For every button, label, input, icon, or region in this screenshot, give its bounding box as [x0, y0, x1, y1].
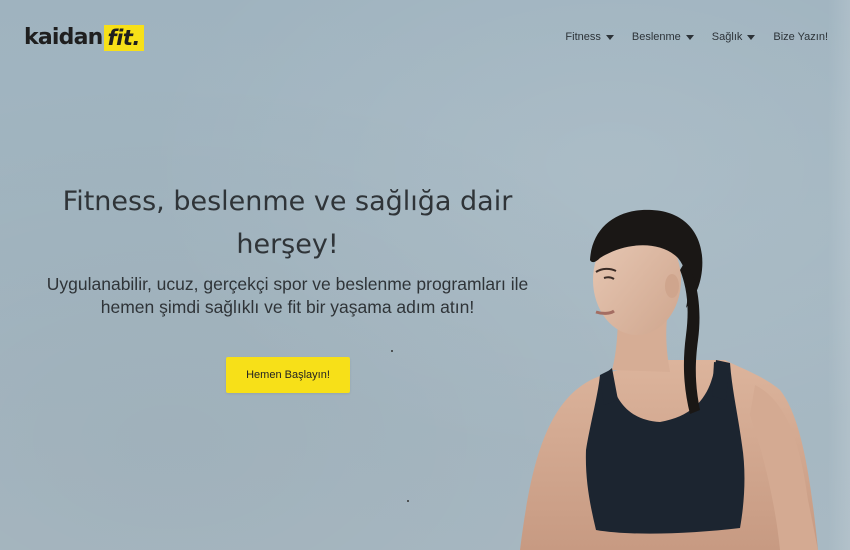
hero-title: Fitness, beslenme ve sağlığa dair herşey…	[62, 186, 513, 260]
scroll-edge	[828, 0, 850, 550]
chevron-down-icon	[605, 34, 614, 40]
nav-item-contact[interactable]: Bize Yazın!	[773, 31, 828, 43]
nav-item-label: Sağlık	[711, 31, 743, 43]
nav-item-saglik[interactable]: Sağlık	[712, 31, 756, 43]
nav-item-fitness[interactable]: Fitness	[565, 31, 614, 43]
chevron-down-icon	[747, 34, 756, 40]
logo-accent-badge: fit.	[104, 25, 144, 51]
chevron-down-icon	[685, 34, 694, 40]
main-nav: Fitness Beslenme Sağlık Bize Yazın!	[565, 31, 828, 43]
logo-wordmark: kaidan	[24, 25, 103, 50]
fitness-woman-photo	[520, 209, 818, 550]
get-started-button[interactable]: Hemen Başlayın!	[226, 357, 350, 393]
decorative-dot	[391, 350, 393, 352]
nav-item-beslenme[interactable]: Beslenme	[632, 31, 694, 43]
nav-item-label: Fitness	[565, 31, 601, 43]
nav-item-label: Bize Yazın!	[773, 31, 828, 43]
nav-item-label: Beslenme	[631, 31, 681, 43]
site-logo[interactable]: kaidan fit.	[24, 23, 144, 51]
decorative-dot	[407, 500, 409, 502]
hero-subtitle: Uygulanabilir, ucuz, gerçekçi spor ve be…	[46, 274, 529, 317]
